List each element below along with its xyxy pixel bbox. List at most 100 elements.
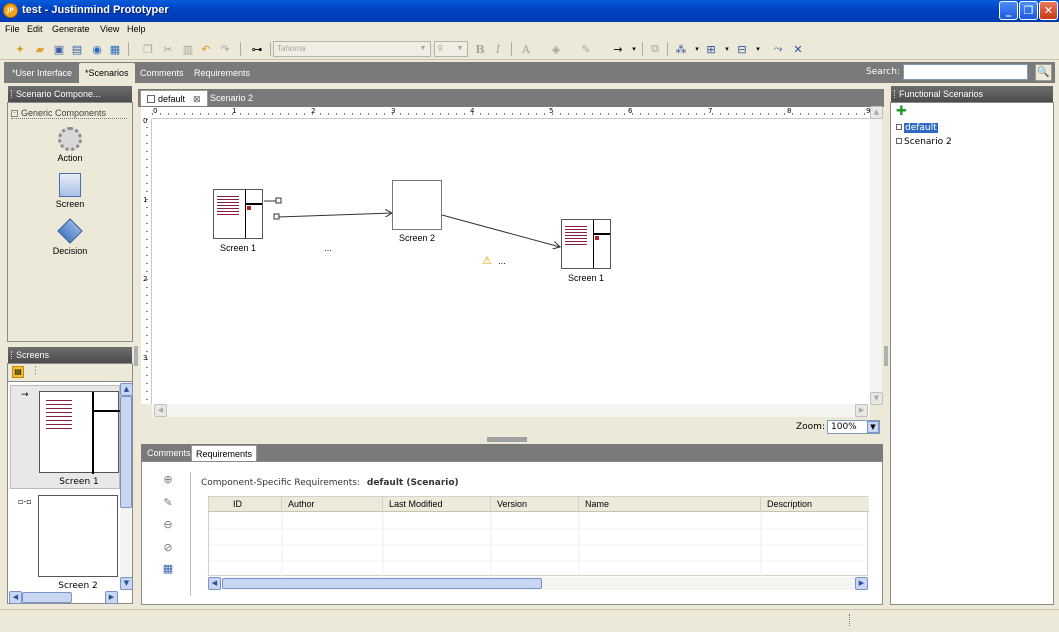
scroll-left-button[interactable]: ◀ [208, 577, 221, 590]
close-button[interactable]: ✕ [1039, 1, 1058, 20]
menu-generate[interactable]: Generate [52, 24, 90, 34]
column-last-modified[interactable]: Last Modified [383, 497, 491, 512]
menu-edit[interactable]: Edit [27, 24, 43, 34]
scroll-down-button[interactable]: ▼ [870, 392, 883, 405]
canvas-vscroll-track[interactable] [870, 119, 882, 404]
redo-icon[interactable]: ↷ [217, 41, 233, 57]
font-size-select[interactable]: 9 ▼ [434, 41, 468, 57]
link-requirement-icon[interactable]: ⊘ [160, 540, 176, 556]
generic-components-section[interactable]: - Generic Components [11, 108, 127, 119]
group-icon[interactable]: ⧉ [647, 41, 663, 57]
zoom-select[interactable]: 100% ▼ [827, 420, 880, 434]
tab-user-interface[interactable]: *User Interface [6, 63, 78, 83]
font-family-select[interactable]: Tahoma ▼ [273, 41, 431, 57]
column-name[interactable]: Name [579, 497, 761, 512]
thumbnail-view-icon[interactable]: ▤ [12, 366, 24, 378]
flow-node-screen-1-right[interactable] [561, 219, 611, 269]
warning-icon[interactable]: ⚠ [482, 255, 494, 266]
link-icon[interactable]: ⊶ [249, 41, 265, 57]
tab-requirements[interactable]: Requirements [188, 63, 256, 83]
scroll-down-button[interactable]: ▼ [120, 577, 133, 590]
paste-icon[interactable]: ▥ [180, 41, 196, 57]
cut-icon[interactable]: ✂ [160, 41, 176, 57]
menu-help[interactable]: Help [127, 24, 146, 34]
save-all-icon[interactable]: ▤ [69, 41, 85, 57]
canvas-hscroll-track[interactable] [152, 404, 870, 417]
font-color-icon[interactable]: A [518, 41, 534, 57]
collapse-left-handle[interactable] [134, 346, 138, 366]
column-author[interactable]: Author [282, 497, 383, 512]
palette-screen[interactable]: Screen [8, 173, 132, 209]
chevron-down-icon[interactable]: ▾ [750, 41, 766, 57]
undo-icon[interactable]: ↶ [198, 41, 214, 57]
ellipsis-label[interactable]: ... [318, 243, 338, 253]
tab-bottom-requirements[interactable]: Requirements [191, 445, 258, 461]
scroll-up-button[interactable]: ▲ [120, 383, 133, 396]
arrow-style-icon[interactable]: → [610, 41, 626, 57]
minimize-button[interactable]: _ [999, 1, 1018, 20]
scroll-right-button[interactable]: ▶ [855, 577, 868, 590]
italic-icon[interactable]: I [490, 41, 506, 57]
add-requirement-icon[interactable]: ⊕ [160, 472, 176, 488]
scroll-right-button[interactable]: ▶ [855, 404, 868, 417]
screens-vscroll-thumb[interactable] [120, 396, 132, 508]
scenario-item-scenario-2[interactable]: Scenario 2 [896, 137, 952, 147]
flow-node-screen-1[interactable] [213, 189, 263, 239]
layout-icon[interactable]: ⁂ [673, 41, 689, 57]
save-icon[interactable]: ▣ [51, 41, 67, 57]
export-icon[interactable]: ▦ [107, 41, 123, 57]
tab-scenarios[interactable]: *Scenarios [79, 63, 135, 83]
connector-port[interactable] [275, 197, 282, 204]
screens-hscroll-thumb[interactable] [22, 592, 72, 603]
remove-requirement-icon[interactable]: ⊖ [160, 517, 176, 533]
tree-icon[interactable]: ⊟ [734, 41, 750, 57]
collapse-right-handle[interactable] [884, 346, 888, 366]
disconnect-icon[interactable]: ✕ [790, 41, 806, 57]
scroll-left-button[interactable]: ◀ [154, 404, 167, 417]
editor-tab-default[interactable]: default ⊠ [140, 90, 208, 106]
fill-color-icon[interactable]: ◈ [548, 41, 564, 57]
tab-comments[interactable]: Comments [134, 63, 190, 83]
column-version[interactable]: Version [491, 497, 579, 512]
close-tab-icon[interactable]: ⊠ [193, 94, 201, 104]
copy-icon[interactable]: ❐ [140, 41, 156, 57]
editor-tab-scenario-2[interactable]: Scenario 2 [204, 90, 259, 106]
scroll-left-button[interactable]: ◀ [9, 591, 22, 604]
edit-requirement-icon[interactable]: ✎ [160, 495, 176, 511]
scenario-item-default[interactable]: default [896, 123, 938, 133]
flow-node-screen-2[interactable] [392, 180, 442, 230]
palette-decision[interactable]: Decision [8, 218, 132, 256]
requirements-hscroll-thumb[interactable] [222, 578, 542, 589]
scroll-up-button[interactable]: ▲ [870, 106, 883, 119]
column-id[interactable]: ID [209, 497, 282, 512]
menu-file[interactable]: File [5, 24, 20, 34]
search-input[interactable] [903, 64, 1028, 80]
search-button[interactable]: 🔍 [1035, 64, 1052, 81]
ellipsis-label[interactable]: ... [494, 256, 510, 266]
connector-line[interactable] [277, 213, 392, 218]
screen-list-item-1[interactable]: → Screen 1 [10, 385, 120, 489]
open-folder-icon[interactable]: ▰ [32, 41, 48, 57]
connector-icon[interactable]: ⤳ [770, 41, 786, 57]
bold-icon[interactable]: B [472, 41, 488, 57]
menu-view[interactable]: View [100, 24, 119, 34]
chevron-down-icon[interactable]: ▾ [626, 41, 642, 57]
screen-list-item-2[interactable]: ▫-▫ Screen 2 [10, 493, 120, 597]
add-scenario-icon[interactable]: ✚ [896, 105, 908, 118]
connector-line[interactable] [441, 214, 560, 247]
new-icon[interactable]: ✦ [12, 41, 28, 57]
scenario-canvas[interactable]: Screen 1 ... Screen 2 ⚠ ... Screen 1 [152, 119, 870, 404]
tab-bottom-comments[interactable]: Comments [143, 445, 195, 461]
simulate-icon[interactable]: ◉ [89, 41, 105, 57]
palette-action[interactable]: Action [8, 127, 132, 163]
scroll-right-button[interactable]: ▶ [105, 591, 118, 604]
align-icon[interactable]: ⊞ [703, 41, 719, 57]
chevron-down-icon[interactable]: ▾ [719, 41, 735, 57]
maximize-button[interactable]: ❐ [1019, 1, 1038, 20]
export-requirements-icon[interactable]: ▦ [160, 561, 176, 577]
connector-port[interactable] [273, 213, 280, 220]
list-view-icon[interactable]: ⋮ [31, 366, 40, 376]
line-color-icon[interactable]: ✎ [578, 41, 594, 57]
column-description[interactable]: Description [761, 497, 869, 512]
splitter-handle[interactable] [487, 437, 527, 442]
